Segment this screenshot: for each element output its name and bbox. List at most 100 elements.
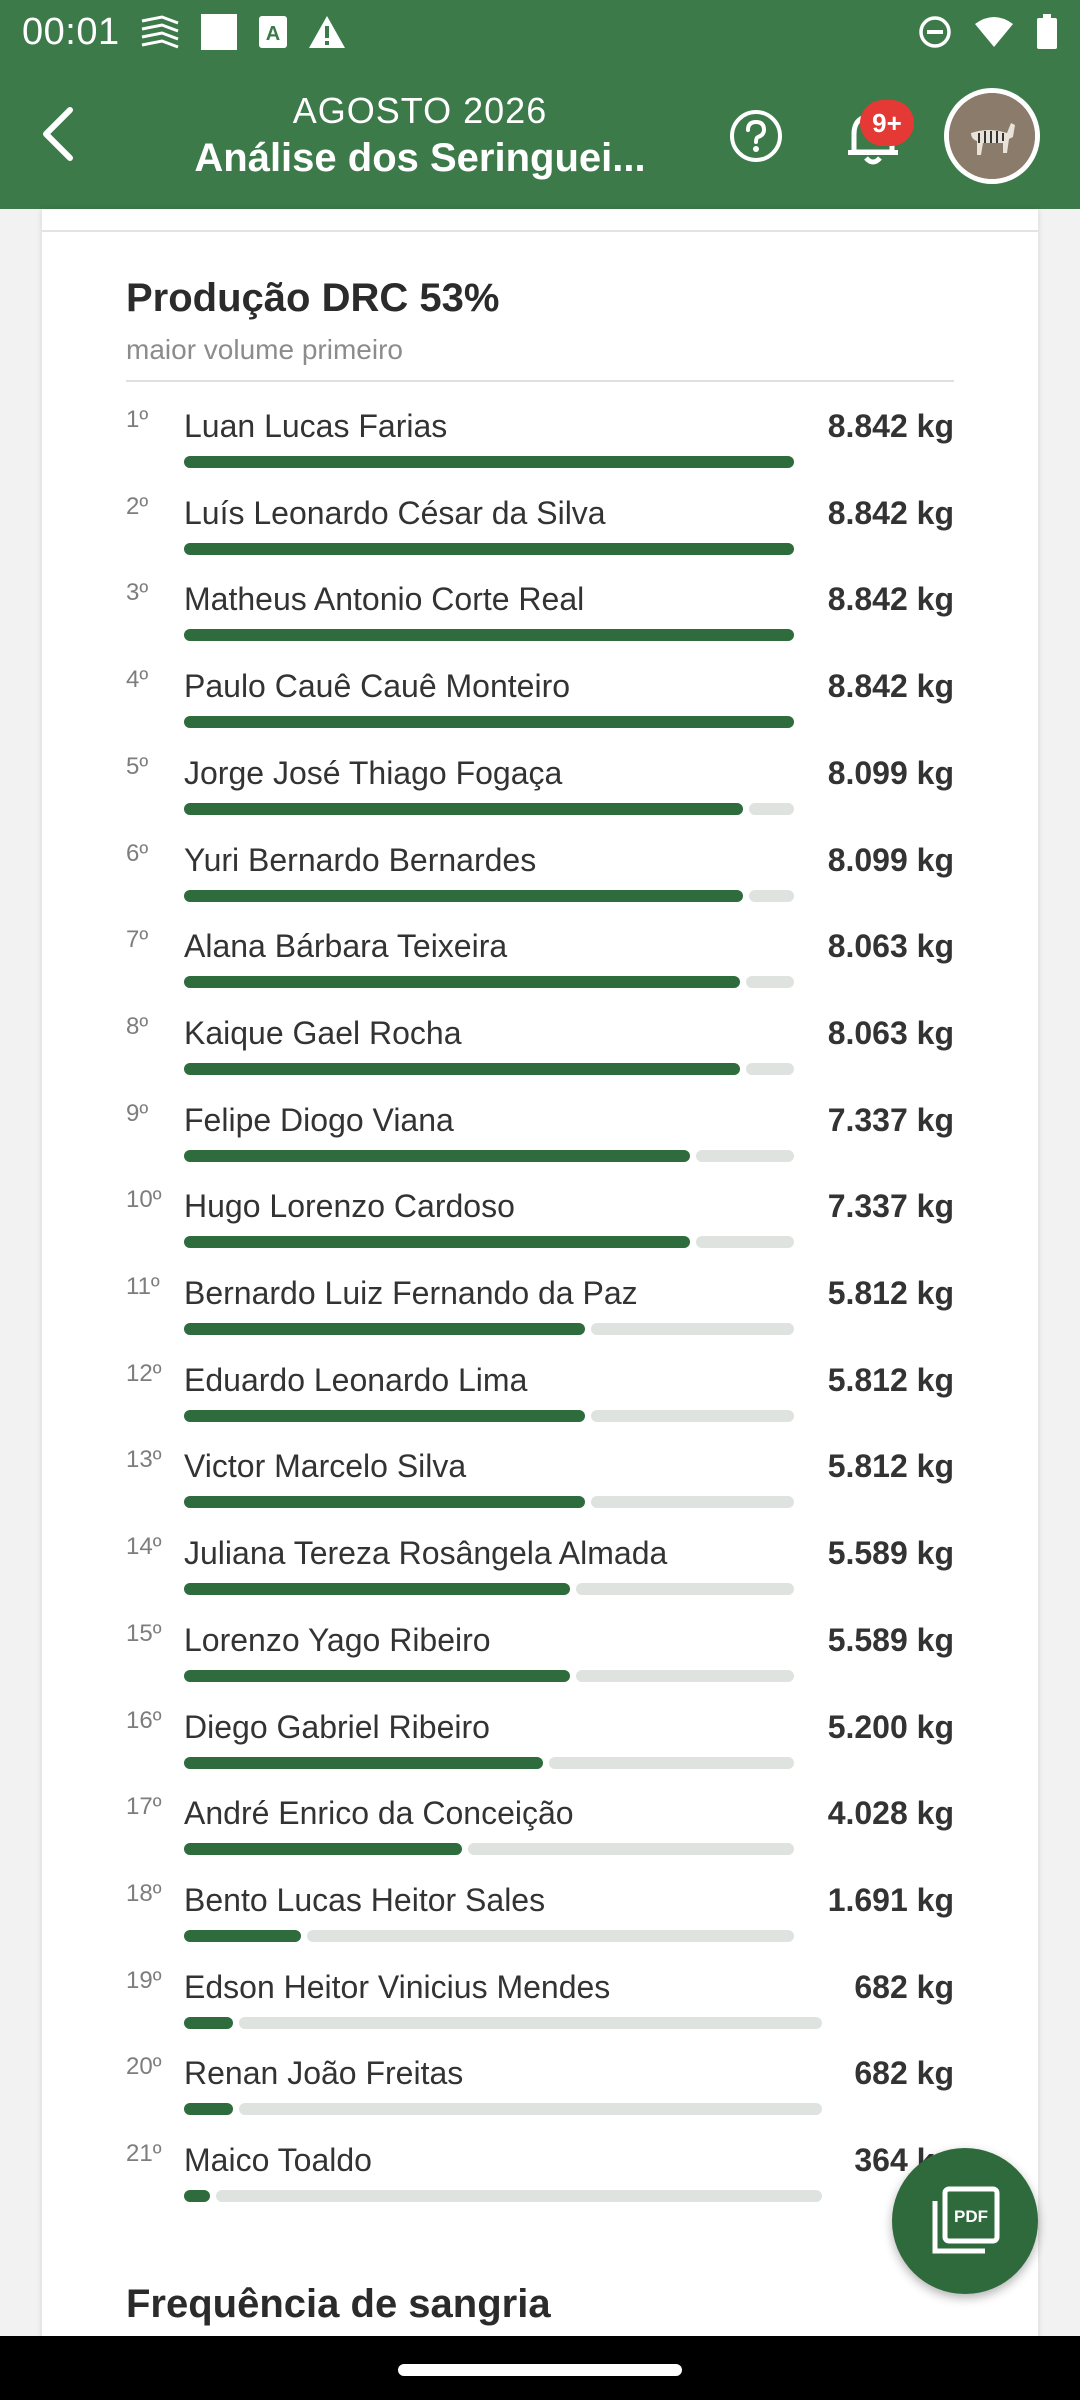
production-value: 8.063 kg [827,928,954,965]
seringueiro-name: Bernardo Luiz Fernando da Paz [184,1275,638,1311]
seringueiro-name: Eduardo Leonardo Lima [184,1361,528,1398]
section-subtitle: maior volume primeiro [126,334,403,365]
pdf-icon: PDF [932,2186,1000,2254]
seringueiro-name: Lorenzo Yago Ribeiro [184,1621,491,1658]
production-bar-fill [184,716,794,729]
help-icon[interactable] [728,108,784,164]
rank-label: 14º [126,1533,162,1561]
pdf-export-button[interactable]: PDF [892,2148,1038,2294]
production-bar-fill [184,1929,301,1942]
production-bar-track [468,1843,794,1856]
warning-icon [308,16,345,48]
status-bar: 00:01 A [0,0,1080,64]
seringueiro-name: Paulo Cauê Cauê Monteiro [184,668,571,705]
production-bar-fill [184,1062,740,1075]
zebra-icon [949,93,1035,179]
home-gesture-handle[interactable] [398,2364,682,2376]
chevron-left-icon [43,107,73,161]
production-bar-fill [184,802,743,815]
production-bar-fill [184,2103,233,2116]
ranking-row: 7º Alana Bárbara Teixeira 8.063 kg [0,924,1080,1010]
seringueiro-name: Bento Lucas Heitor Sales [184,1881,546,1918]
production-bar-fill [184,1756,543,1769]
avatar[interactable] [944,88,1040,184]
ranking-row: 11º Bernardo Luiz Fernando da Paz 5.812 kg [0,1271,1080,1357]
rank-label: 19º [126,1966,162,1994]
ranking-row: 6º Yuri Bernardo Bernardes 8.099 kg [0,838,1080,924]
rank-label: 13º [126,1446,162,1474]
seringueiro-name: Kaique Gael Rocha [184,1014,462,1051]
rank-label: 2º [126,492,149,520]
ranking-row: 14º Juliana Tereza Rosângela Almada 5.589 … [0,1531,1080,1617]
rank-label: 21º [126,2140,162,2167]
production-value: 8.099 kg [827,754,954,791]
production-bar-fill [184,976,740,989]
ranking-row: 9º Felipe Diogo Viana 7.337 kg [0,1098,1080,1184]
production-bar-track [746,1062,794,1075]
production-value: 5.589 kg [827,1535,954,1572]
seringueiro-name: Alana Bárbara Teixeira [184,928,508,965]
status-time: 00:01 [22,10,120,53]
page-title: Análise dos Seringuei... [194,136,646,180]
production-value: 4.028 kg [827,1795,954,1832]
avatar-image [949,93,1035,179]
seringueiro-name: André Enrico da Conceição [184,1795,574,1832]
production-value: 682 kg [854,1968,954,2005]
seringueiro-name: Edson Heitor Vinicius Mendes [184,1968,611,2005]
production-bar-track [749,889,794,902]
back-button[interactable] [28,104,88,164]
ranking-row: 2º Luís Leonardo César da Silva 8.842 kg [0,491,1080,577]
seringueiro-name: Maico Toaldo [184,2142,372,2178]
production-bar-fill [184,1236,690,1249]
header-titles: AGOSTO 2026 Análise dos Seringuei... [130,90,710,181]
seringueiro-name: Victor Marcelo Silva [184,1448,467,1485]
rank-label: 9º [126,1099,149,1127]
wind-icon [141,15,179,49]
ranking-row: 19º Edson Heitor Vinicius Mendes 682 kg [0,1965,1080,2051]
production-bar-fill [184,2190,210,2202]
production-bar-track [591,1323,794,1335]
production-value: 1.691 kg [827,1881,954,1918]
production-value: 7.337 kg [827,1188,954,1225]
ranking-row: 4º Paulo Cauê Cauê Monteiro 8.842 kg [0,664,1080,750]
seringueiro-name: Matheus Antonio Corte Real [184,581,585,618]
production-bar-track [591,1409,794,1422]
rank-label: 15º [126,1619,162,1647]
production-bar-track [591,1496,794,1509]
production-value: 5.812 kg [827,1275,954,1311]
production-value: 8.063 kg [827,1014,954,1051]
seringueiro-name: Hugo Lorenzo Cardoso [184,1188,515,1225]
production-bar-track [307,1929,794,1942]
rank-label: 16º [126,1706,162,1734]
production-bar-fill [184,542,794,555]
production-value: 5.812 kg [827,1448,954,1485]
rank-label: 10º [126,1186,162,1214]
seringueiro-name: Juliana Tereza Rosângela Almada [184,1535,668,1572]
production-bar-fill [184,1843,462,1856]
seringueiro-name: Felipe Diogo Viana [184,1101,454,1138]
ranking-row: 20º Renan João Freitas 682 kg [0,2051,1080,2137]
production-value: 8.842 kg [827,668,954,705]
seringueiro-name: Luan Lucas Farias [184,408,448,444]
production-bar-track [696,1236,794,1249]
production-bar-track [746,976,794,989]
ranking-row: 8º Kaique Gael Rocha 8.063 kg [0,1011,1080,1097]
a-box-icon: A [258,16,287,48]
period-label: AGOSTO 2026 [292,90,548,131]
production-bar-track [576,1669,794,1682]
wifi-icon [975,17,1013,47]
rank-label: 1º [126,406,149,433]
ranking-row: 5º Jorge José Thiago Fogaça 8.099 kg [0,751,1080,837]
rank-label: 6º [126,839,149,867]
seringueiro-name: Luís Leonardo César da Silva [184,494,606,531]
production-value: 5.812 kg [827,1361,954,1398]
section-title: Produção DRC 53% [126,276,500,320]
production-bar-fill [184,1496,585,1509]
production-value: 8.842 kg [827,581,954,618]
production-bar-track [239,2016,822,2029]
production-value: 5.589 kg [827,1621,954,1658]
ranking-row: 3º Matheus Antonio Corte Real 8.842 kg [0,577,1080,663]
production-bar-track [549,1756,794,1769]
rank-label: 4º [126,666,149,694]
production-value: 8.099 kg [827,841,954,878]
